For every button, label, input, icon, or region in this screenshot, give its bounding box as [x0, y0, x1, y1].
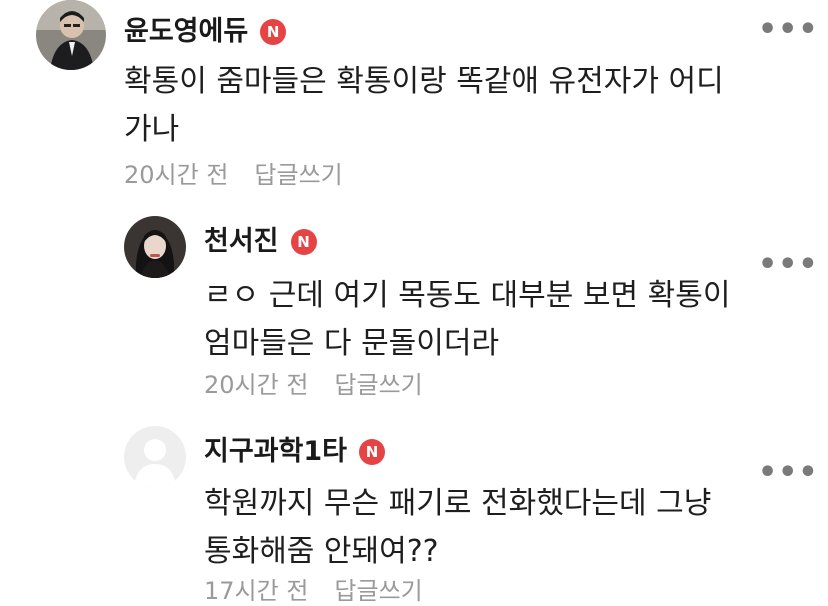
timestamp: 20시간 전: [124, 161, 229, 189]
author-name[interactable]: 윤도영에듀 N: [124, 16, 287, 48]
new-badge-icon: N: [260, 19, 287, 45]
author-label: 지구과학1타: [204, 436, 347, 467]
new-badge-icon: N: [290, 229, 317, 255]
new-badge-icon: N: [359, 439, 385, 465]
comment-text: ㄹㅇ 근데 여기 목동도 대부분 보면 확통이 엄마들은 다 문돌이더라: [204, 278, 731, 361]
default-avatar-icon: [124, 426, 186, 488]
avatar[interactable]: [124, 216, 186, 278]
user-photo-icon: [124, 216, 186, 278]
author-name[interactable]: 지구과학1타 N: [204, 436, 385, 468]
comment-text: 학원까지 무슨 패기로 전화했다는데 그냥 통화해줌 안돼여??: [204, 486, 712, 569]
user-photo-icon: [36, 0, 106, 70]
reply-link[interactable]: 답글쓰기: [254, 161, 342, 189]
avatar[interactable]: [36, 0, 106, 70]
author-label: 윤도영에듀: [124, 16, 249, 47]
comment-meta: 17시간 전 답글쓰기: [204, 576, 423, 606]
more-options-icon[interactable]: •••: [758, 250, 819, 280]
more-options-icon[interactable]: •••: [758, 458, 819, 488]
reply-link[interactable]: 답글쓰기: [334, 371, 422, 399]
comment-text: 확통이 줌마들은 확통이랑 똑같애 유전자가 어디 가나: [124, 64, 724, 147]
avatar[interactable]: [124, 426, 186, 488]
comment-meta: 20시간 전 답글쓰기: [124, 160, 343, 190]
timestamp: 17시간 전: [204, 577, 309, 605]
timestamp: 20시간 전: [204, 371, 309, 399]
more-options-icon[interactable]: •••: [758, 15, 819, 45]
author-name[interactable]: 천서진 N: [204, 226, 317, 258]
comment-meta: 20시간 전 답글쓰기: [204, 370, 423, 400]
reply-link[interactable]: 답글쓰기: [334, 577, 422, 605]
author-label: 천서진: [204, 226, 279, 257]
